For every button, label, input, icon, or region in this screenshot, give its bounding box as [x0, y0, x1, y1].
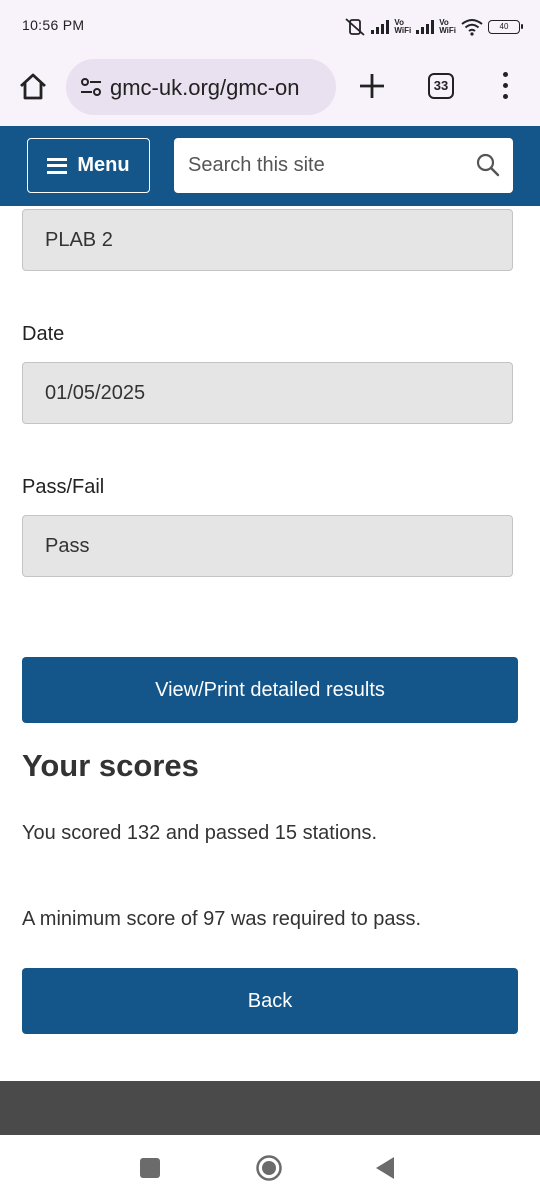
more-vert-icon[interactable] — [496, 69, 516, 103]
exam-field: PLAB 2 — [22, 209, 513, 271]
minimum-score-text: A minimum score of 97 was required to pa… — [22, 908, 422, 930]
search-box — [174, 138, 513, 193]
site-header: Menu — [0, 126, 540, 206]
status-time: 10:56 PM — [22, 17, 85, 33]
score-text: You scored 132 and passed 15 stations. — [22, 822, 378, 844]
battery-icon: 40 — [488, 20, 523, 34]
view-print-results-button[interactable]: View/Print detailed results — [22, 657, 518, 723]
site-settings-icon[interactable] — [80, 77, 102, 97]
home-circle-icon[interactable] — [255, 1154, 283, 1182]
date-field: 01/05/2025 — [22, 362, 513, 424]
system-nav-bar — [0, 1135, 540, 1200]
url-text[interactable]: gmc-uk.org/gmc-on — [110, 75, 332, 101]
tabs-icon[interactable]: 33 — [428, 73, 454, 99]
scores-heading: Your scores — [22, 748, 199, 783]
browser-toolbar: gmc-uk.org/gmc-on 33 — [0, 52, 540, 126]
back-triangle-icon[interactable] — [374, 1155, 396, 1181]
passfail-label: Pass/Fail — [22, 476, 105, 498]
vowifi-label: Vo WiFi — [394, 18, 412, 35]
plus-icon[interactable] — [356, 70, 388, 102]
date-label: Date — [22, 323, 65, 345]
hamburger-icon — [47, 157, 68, 174]
search-icon[interactable] — [475, 152, 501, 178]
menu-button[interactable]: Menu — [27, 138, 150, 193]
recents-icon[interactable] — [140, 1158, 160, 1178]
passfail-field: Pass — [22, 515, 513, 577]
site-footer — [0, 1081, 540, 1135]
wifi-icon — [461, 19, 483, 36]
menu-label: Menu — [77, 154, 130, 176]
vowifi-label: Vo WiFi — [439, 18, 456, 35]
signal-icon — [416, 20, 435, 34]
home-icon[interactable] — [16, 70, 50, 104]
status-icons: Vo WiFi Vo WiFi 40 — [344, 14, 523, 40]
status-bar: 10:56 PM Vo WiFi Vo WiFi 40 — [0, 0, 540, 52]
back-button[interactable]: Back — [22, 968, 518, 1034]
address-bar[interactable]: gmc-uk.org/gmc-on — [66, 59, 336, 115]
mute-vibrate-icon — [345, 18, 365, 36]
signal-icon — [371, 20, 390, 34]
search-input[interactable] — [174, 138, 464, 193]
